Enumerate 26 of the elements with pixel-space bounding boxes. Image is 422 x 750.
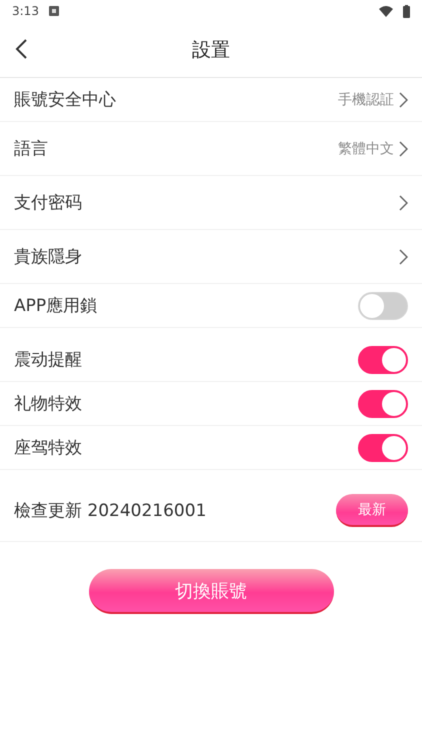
chevron-right-icon xyxy=(398,248,408,264)
setting-value: 手機認証 xyxy=(338,90,394,108)
setting-label: 支付密码 xyxy=(14,192,82,214)
update-label: 檢查更新 20240216001 xyxy=(14,500,206,522)
battery-icon xyxy=(403,4,410,18)
toggle-switch[interactable] xyxy=(358,390,408,418)
page-title: 設置 xyxy=(192,38,230,62)
toggle-switch[interactable] xyxy=(358,434,408,462)
chevron-right-icon xyxy=(398,140,408,156)
back-icon xyxy=(14,38,28,60)
setting-label: 震动提醒 xyxy=(14,349,82,371)
chevron-right-icon xyxy=(398,194,408,210)
switch-account-button[interactable]: 切換賬號 xyxy=(88,569,334,614)
setting-label: 賬號安全中心 xyxy=(14,89,116,111)
notification-icon xyxy=(48,6,59,16)
status-time: 3:13 xyxy=(12,4,39,18)
setting-label: 貴族隱身 xyxy=(14,246,82,268)
setting-value: 繁體中文 xyxy=(338,140,394,158)
chevron-right-icon xyxy=(398,92,408,108)
setting-label: APP應用鎖 xyxy=(14,295,98,317)
setting-label: 座驾特效 xyxy=(14,437,82,459)
latest-button[interactable]: 最新 xyxy=(336,494,408,527)
toggle-switch[interactable] xyxy=(358,346,408,374)
setting-label: 礼物特效 xyxy=(14,393,82,415)
setting-label: 語言 xyxy=(14,138,48,160)
wifi-icon xyxy=(379,6,393,16)
